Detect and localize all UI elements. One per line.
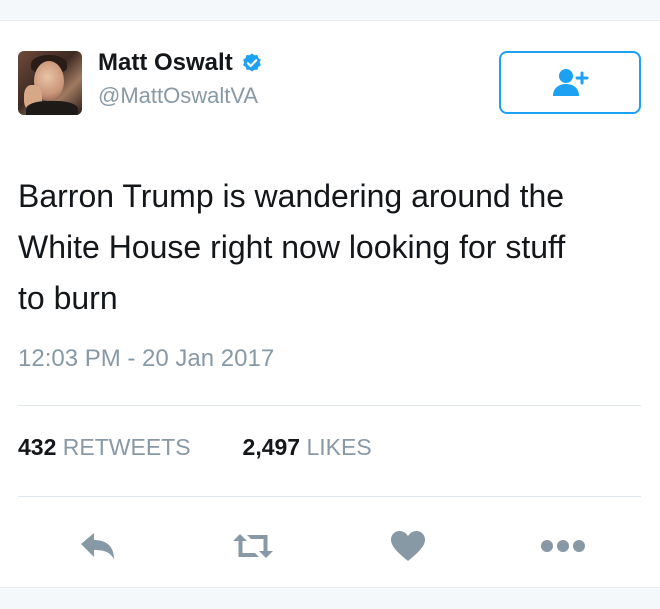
tweet-text-line: Barron Trump is wandering around the [18, 178, 565, 214]
author-name-row: Matt Oswalt [98, 49, 263, 77]
more-button[interactable] [538, 521, 588, 571]
tweet-actions [0, 521, 660, 571]
likes-stat[interactable]: 2,497 LIKES [243, 434, 372, 461]
tweet-text: Barron Trump is wandering around the Whi… [18, 171, 638, 324]
more-icon [541, 540, 585, 552]
tweet-stats: 432 RETWEETS 2,497 LIKES [18, 434, 372, 461]
divider [18, 405, 641, 406]
heart-icon [391, 531, 425, 561]
avatar[interactable] [18, 51, 82, 115]
avatar-shirt [26, 101, 78, 115]
retweets-stat[interactable]: 432 RETWEETS [18, 434, 191, 461]
follow-button[interactable] [499, 51, 641, 114]
like-button[interactable] [383, 521, 433, 571]
likes-label: LIKES [306, 434, 372, 460]
reply-button[interactable] [73, 521, 123, 571]
reply-icon [81, 533, 114, 559]
tweet-text-line: to burn [18, 280, 118, 316]
tweet-card: Matt Oswalt @MattOswaltVA Barron Trump i… [0, 20, 660, 588]
retweet-icon [233, 534, 273, 558]
retweets-label: RETWEETS [62, 434, 191, 460]
follow-user-icon [553, 68, 589, 96]
divider [18, 496, 641, 497]
tweet-text-line: White House right now looking for stuff [18, 229, 566, 265]
verified-badge-icon [242, 53, 261, 72]
retweets-count: 432 [18, 434, 57, 460]
likes-count: 2,497 [242, 434, 301, 460]
author-handle[interactable]: @MattOswaltVA [98, 83, 258, 109]
tweet-timestamp[interactable]: 12:03 PM - 20 Jan 2017 [18, 345, 274, 373]
retweet-button[interactable] [228, 521, 278, 571]
author-display-name[interactable]: Matt Oswalt [98, 49, 233, 77]
